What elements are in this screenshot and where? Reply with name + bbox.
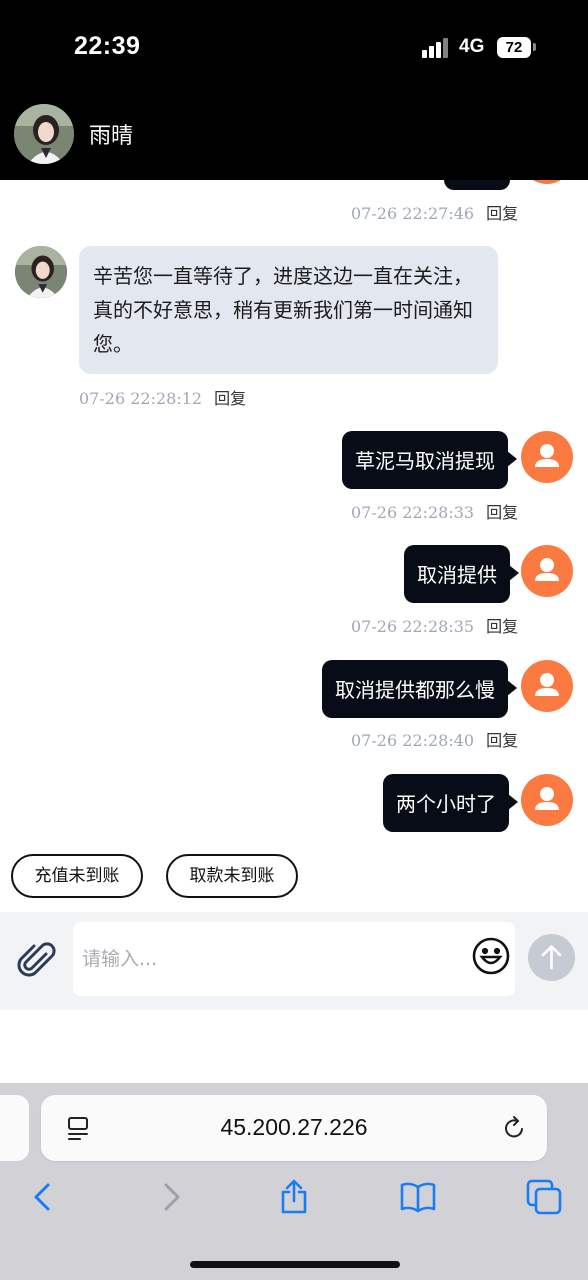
message-meta: 07-26 22:28:12 回复: [79, 385, 246, 409]
share-icon[interactable]: [276, 1179, 312, 1215]
message-text: 两个小时了: [396, 792, 496, 816]
chevron-left-icon[interactable]: [26, 1179, 62, 1215]
chat-page: 22:39 4G 72 雨晴 07-26 22:27:46 回复 辛苦您一直等待…: [0, 0, 588, 1280]
send-button[interactable]: [528, 934, 575, 981]
top-bar: 22:39 4G 72 雨晴: [0, 0, 588, 180]
paperclip-icon[interactable]: [16, 940, 58, 982]
book-icon[interactable]: [400, 1179, 436, 1215]
signal-icon: [422, 38, 450, 58]
message-bubble-sent[interactable]: 草泥马取消提现: [342, 431, 517, 489]
reload-icon[interactable]: [501, 1115, 527, 1141]
user-avatar: [521, 545, 573, 597]
message-list[interactable]: 07-26 22:27:46 回复 辛苦您一直等待了，进度这边一直在关注，真的不好…: [0, 180, 588, 840]
smiley-icon[interactable]: [471, 936, 511, 976]
message-time: 07-26 22:28:40: [351, 731, 475, 750]
message-time: 07-26 22:28:33: [351, 503, 475, 522]
reply-link[interactable]: 回复: [486, 617, 518, 636]
message-meta: 07-26 22:28:40 回复: [351, 727, 518, 751]
message-time: 07-26 22:27:46: [351, 204, 475, 223]
message-text: 草泥马取消提现: [355, 449, 495, 473]
message-time: 07-26 22:28:12: [79, 389, 203, 408]
message-bubble-sent[interactable]: 取消提供: [404, 545, 519, 603]
message-input[interactable]: [73, 922, 515, 996]
message-bubble-sent[interactable]: 取消提供都那么慢: [322, 660, 517, 718]
message-text: 取消提供: [417, 563, 497, 587]
quick-reply-withdraw[interactable]: 取款未到账: [166, 854, 298, 898]
arrow-up-icon: [541, 945, 562, 970]
message-time: 07-26 22:28:35: [351, 617, 475, 636]
quick-replies: 充值未到账 取款未到账: [0, 840, 588, 912]
network-type: 4G: [459, 36, 485, 57]
quick-reply-deposit[interactable]: 充值未到账: [11, 854, 143, 898]
battery-icon: [533, 43, 536, 51]
browser-toolbar: 45.200.27.226: [0, 1083, 588, 1280]
user-avatar: [521, 774, 573, 826]
contact-avatar[interactable]: [14, 104, 74, 164]
user-avatar: [521, 660, 573, 712]
home-indicator: [190, 1261, 400, 1268]
contact-name: 雨晴: [89, 124, 134, 149]
contact-avatar-small[interactable]: [15, 246, 67, 298]
user-avatar: [521, 180, 573, 184]
message-text: 辛苦您一直等待了，进度这边一直在关注，真的不好意思，稍有更新我们第一时间通知您。: [93, 264, 473, 356]
input-bar: [0, 912, 588, 1010]
reply-link[interactable]: 回复: [214, 389, 246, 408]
url-text: 45.200.27.226: [220, 1114, 368, 1140]
reply-link[interactable]: 回复: [486, 503, 518, 522]
message-meta: 07-26 22:28:33 回复: [351, 499, 518, 523]
reply-link[interactable]: 回复: [486, 204, 518, 223]
message-bubble-received[interactable]: 辛苦您一直等待了，进度这边一直在关注，真的不好意思，稍有更新我们第一时间通知您。: [79, 246, 498, 374]
chevron-right-icon[interactable]: [152, 1179, 188, 1215]
tabs-icon[interactable]: [526, 1179, 562, 1215]
message-text: 取消提供都那么慢: [335, 678, 495, 702]
message-bubble-sent[interactable]: [444, 180, 510, 190]
previous-tab[interactable]: [0, 1095, 29, 1161]
message-bubble-sent[interactable]: 两个小时了: [383, 774, 518, 832]
status-time: 22:39: [74, 32, 141, 60]
user-avatar: [521, 431, 573, 483]
reply-link[interactable]: 回复: [486, 731, 518, 750]
message-meta: 07-26 22:27:46 回复: [351, 200, 518, 224]
address-bar[interactable]: 45.200.27.226: [41, 1095, 547, 1161]
battery-level: 72: [497, 37, 531, 58]
message-meta: 07-26 22:28:35 回复: [351, 613, 518, 637]
